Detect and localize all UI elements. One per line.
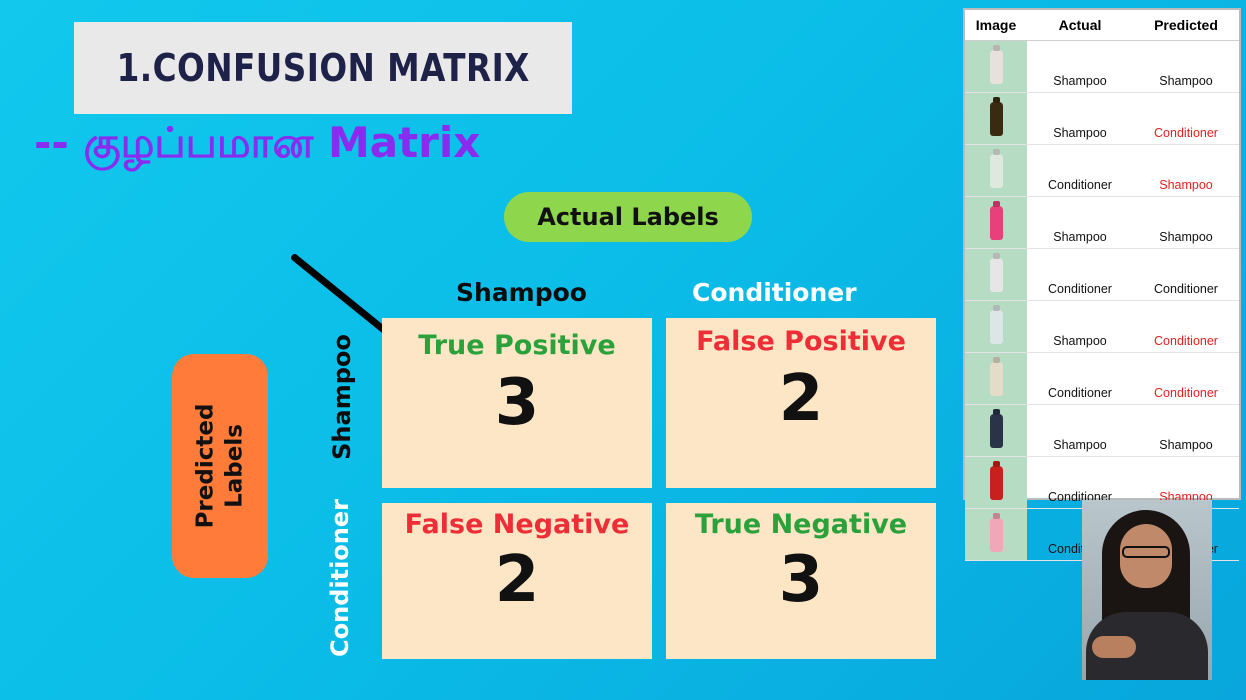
actual-value: Shampoo xyxy=(1027,300,1133,353)
slide-title: 1.CONFUSION MATRIX xyxy=(116,46,530,90)
actual-labels-badge: Actual Labels xyxy=(504,192,752,242)
actual-value: Conditioner xyxy=(1027,248,1133,301)
column-header-shampoo: Shampoo xyxy=(456,278,587,307)
product-image-cell xyxy=(965,248,1027,301)
bottle-icon xyxy=(989,101,1003,136)
cell-value: 3 xyxy=(778,543,824,617)
bottle-icon xyxy=(989,361,1003,396)
predicted-value: Conditioner xyxy=(1133,300,1239,353)
predicted-labels-badge: Predicted Labels xyxy=(172,354,268,578)
table-header-row: Image Actual Predicted xyxy=(965,10,1239,41)
product-image-cell xyxy=(965,144,1027,197)
row-header-shampoo: Shampoo xyxy=(328,334,356,460)
product-image-cell xyxy=(965,404,1027,457)
bottle-icon xyxy=(989,413,1003,448)
product-image-cell xyxy=(965,300,1027,353)
cell-value: 3 xyxy=(494,366,540,440)
bottle-icon xyxy=(989,205,1003,240)
bottle-icon xyxy=(989,49,1003,84)
predicted-value: Shampoo xyxy=(1133,40,1239,93)
actual-value: Shampoo xyxy=(1027,92,1133,145)
cell-true-negative: True Negative 3 xyxy=(666,503,936,659)
predicted-value: Shampoo xyxy=(1133,196,1239,249)
column-header-conditioner: Conditioner xyxy=(692,278,857,307)
table-row: ConditionerConditioner xyxy=(965,248,1239,301)
actual-value: Conditioner xyxy=(1027,352,1133,405)
actual-value: Shampoo xyxy=(1027,40,1133,93)
cell-label: True Negative xyxy=(694,509,908,540)
predicted-value: Shampoo xyxy=(1133,404,1239,457)
cell-false-positive: False Positive 2 xyxy=(666,318,936,488)
product-image-cell xyxy=(965,508,1027,561)
table-row: Shampoo Conditioner xyxy=(965,92,1239,145)
product-image-cell xyxy=(965,456,1027,509)
cell-false-negative: False Negative 2 xyxy=(382,503,652,659)
product-image-cell xyxy=(965,196,1027,249)
actual-labels-text: Actual Labels xyxy=(537,203,719,231)
bottle-icon xyxy=(989,309,1003,344)
cell-label: False Negative xyxy=(404,509,630,540)
predicted-value: Conditioner xyxy=(1133,92,1239,145)
table-row: Shampoo Conditioner xyxy=(965,300,1239,353)
table-row: ConditionerConditioner xyxy=(965,352,1239,405)
actual-value: Shampoo xyxy=(1027,196,1133,249)
product-image-cell xyxy=(965,92,1027,145)
cell-label: True Positive xyxy=(418,330,616,361)
matrix-corner-divider xyxy=(289,252,394,339)
predicted-labels-text: Predicted Labels xyxy=(191,404,249,529)
table-row: Shampoo Shampoo xyxy=(965,40,1239,93)
header-actual: Actual xyxy=(1027,10,1133,41)
actual-value: Conditioner xyxy=(1027,144,1133,197)
predicted-value: Shampoo xyxy=(1133,144,1239,197)
product-image-cell xyxy=(965,40,1027,93)
predicted-value: Conditioner xyxy=(1133,248,1239,301)
bottle-icon xyxy=(989,517,1003,552)
header-predicted: Predicted xyxy=(1133,10,1239,41)
cell-value: 2 xyxy=(778,362,824,436)
predicted-labels-line1: Predicted xyxy=(192,403,219,529)
bottle-icon xyxy=(989,465,1003,500)
cell-label: False Positive xyxy=(696,326,906,357)
table-row: Shampoo Shampoo xyxy=(965,196,1239,249)
title-banner: 1.CONFUSION MATRIX xyxy=(74,22,572,114)
presenter-webcam xyxy=(1082,500,1212,680)
bottle-icon xyxy=(989,153,1003,188)
presenter-glasses xyxy=(1122,546,1170,558)
table-body: Shampoo Shampoo Shampoo Conditioner Conditio… xyxy=(965,40,1239,561)
predicted-value: Conditioner xyxy=(1133,352,1239,405)
product-image-cell xyxy=(965,352,1027,405)
bottle-icon xyxy=(989,257,1003,292)
cell-true-positive: True Positive 3 xyxy=(382,318,652,488)
presenter-hand xyxy=(1092,636,1136,658)
predicted-labels-line2: Labels xyxy=(221,424,247,508)
prediction-table: Image Actual Predicted Shampoo Shampoo Sha… xyxy=(963,8,1241,561)
table-row: Conditioner Shampoo xyxy=(965,144,1239,197)
table-row: Shampoo Shampoo xyxy=(965,404,1239,457)
cell-value: 2 xyxy=(494,543,540,617)
row-header-conditioner: Conditioner xyxy=(326,499,354,657)
header-image: Image xyxy=(965,10,1027,41)
slide-subtitle: -- குழப்பமான Matrix xyxy=(34,118,481,167)
actual-value: Shampoo xyxy=(1027,404,1133,457)
